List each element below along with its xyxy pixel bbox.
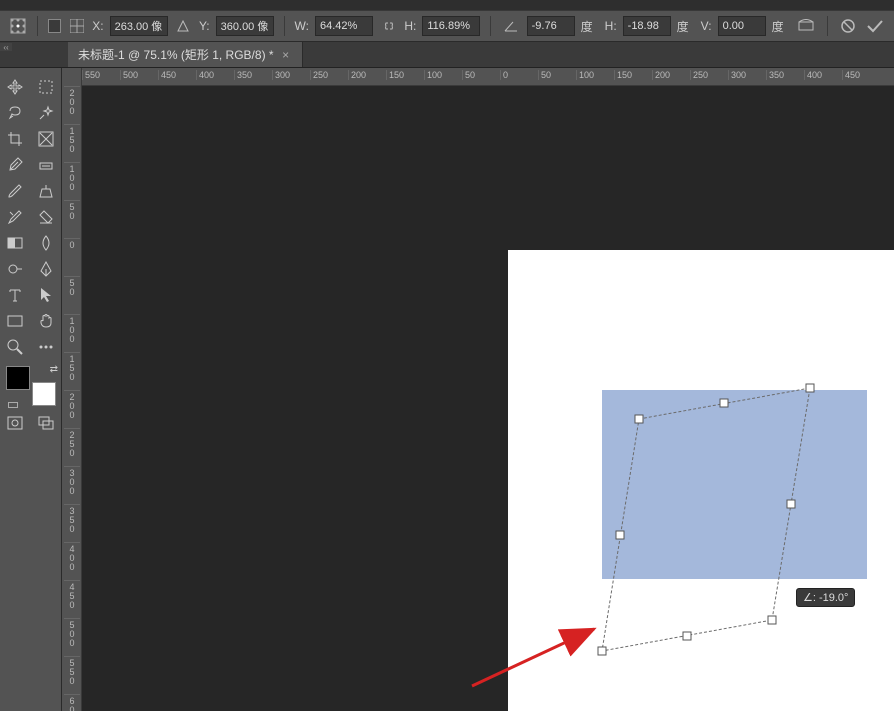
- lasso-tool[interactable]: [0, 100, 31, 126]
- vskew-unit: 度: [772, 18, 784, 35]
- hskew-input[interactable]: [623, 16, 671, 36]
- eraser-tool[interactable]: [31, 204, 62, 230]
- vskew-input[interactable]: [718, 16, 766, 36]
- viewport[interactable]: ∠: -19.0°: [82, 86, 894, 711]
- background-color-swatch[interactable]: [32, 382, 56, 406]
- document-tab-title: 未标题-1 @ 75.1% (矩形 1, RGB/8) *: [78, 46, 274, 63]
- collapse-tab[interactable]: ‹‹: [0, 43, 12, 51]
- vskew-label: V:: [701, 19, 712, 33]
- hand-tool[interactable]: [31, 308, 62, 334]
- w-label: W:: [295, 19, 309, 33]
- menu-bar: [0, 0, 894, 10]
- zoom-tool[interactable]: [0, 334, 31, 360]
- rectangular-marquee-tool[interactable]: [31, 74, 62, 100]
- hskew-unit: 度: [677, 18, 689, 35]
- link-icon[interactable]: [379, 15, 398, 37]
- color-swatches[interactable]: ⇄: [6, 366, 56, 406]
- reference-point-icon[interactable]: [8, 15, 27, 37]
- blur-tool[interactable]: [31, 230, 62, 256]
- slice-tool[interactable]: [31, 126, 62, 152]
- rectangle-shape[interactable]: [602, 390, 867, 579]
- y-input[interactable]: [216, 16, 274, 36]
- vertical-ruler[interactable]: 2001501005005010015020025030035040045050…: [62, 68, 82, 711]
- crop-tool[interactable]: [0, 126, 31, 152]
- swap-colors-icon[interactable]: ⇄: [50, 364, 58, 375]
- y-label: Y:: [199, 19, 210, 33]
- angle-icon: [501, 15, 520, 37]
- foreground-color-swatch[interactable]: [6, 366, 30, 390]
- close-tab-button[interactable]: ×: [280, 48, 292, 62]
- hskew-label: H:: [605, 19, 617, 33]
- magic-wand-tool[interactable]: [31, 100, 62, 126]
- cancel-transform-button[interactable]: [838, 14, 859, 38]
- spot-healing-tool[interactable]: [31, 152, 62, 178]
- horizontal-ruler[interactable]: 5505004504003503002502001501005005010015…: [82, 68, 894, 86]
- angle-unit: 度: [581, 18, 593, 35]
- transform-angle-tooltip: ∠: -19.0°: [796, 588, 855, 607]
- document-tabs: 未标题-1 @ 75.1% (矩形 1, RGB/8) * ×: [0, 42, 894, 68]
- move-tool[interactable]: [0, 74, 31, 100]
- angle-input[interactable]: [527, 16, 575, 36]
- document-tab[interactable]: 未标题-1 @ 75.1% (矩形 1, RGB/8) * ×: [68, 42, 303, 67]
- screen-mode-tool[interactable]: [31, 410, 62, 436]
- pen-tool[interactable]: [31, 256, 62, 282]
- history-brush-tool[interactable]: [0, 204, 31, 230]
- h-label: H:: [404, 19, 416, 33]
- commit-transform-button[interactable]: [865, 14, 886, 38]
- default-colors-icon[interactable]: [8, 402, 18, 408]
- gradient-tool[interactable]: [0, 230, 31, 256]
- tools-panel: ⇄: [0, 68, 62, 711]
- h-input[interactable]: [422, 16, 480, 36]
- grid-icon[interactable]: [67, 15, 86, 37]
- path-selection-tool[interactable]: [31, 282, 62, 308]
- brush-tool[interactable]: [0, 178, 31, 204]
- w-input[interactable]: [315, 16, 373, 36]
- canvas-area: 2001501005005010015020025030035040045050…: [62, 68, 894, 711]
- relative-position-checkbox[interactable]: [48, 19, 61, 33]
- text-tool[interactable]: [0, 282, 31, 308]
- x-input[interactable]: [110, 16, 168, 36]
- eyedropper-tool[interactable]: [0, 152, 31, 178]
- interpolation-icon[interactable]: [796, 14, 817, 38]
- clone-stamp-tool[interactable]: [31, 178, 62, 204]
- quick-mask-tool[interactable]: [0, 410, 31, 436]
- more-tools[interactable]: [31, 334, 62, 360]
- dodge-tool[interactable]: [0, 256, 31, 282]
- delta-icon[interactable]: [174, 15, 193, 37]
- options-bar: X: Y: W: H: 度 H: 度 V: 度: [0, 10, 894, 42]
- x-label: X:: [92, 19, 103, 33]
- rectangle-shape-tool[interactable]: [0, 308, 31, 334]
